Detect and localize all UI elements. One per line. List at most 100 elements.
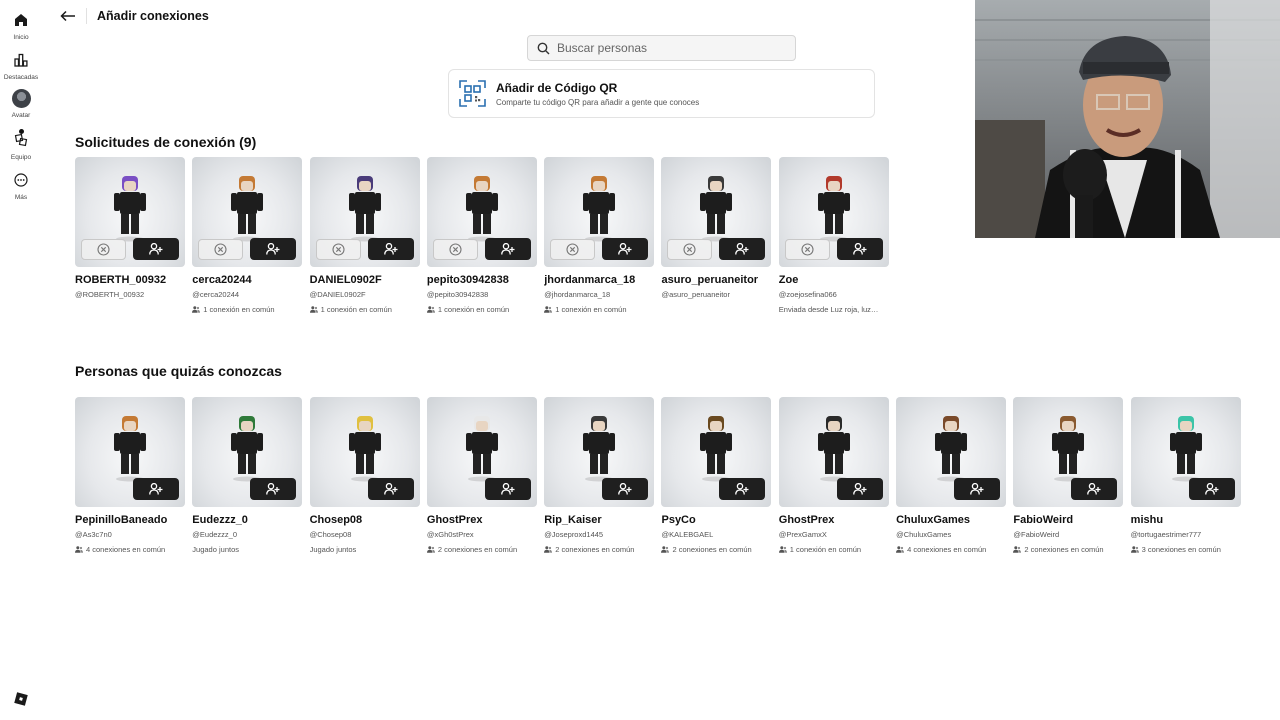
user-display-name[interactable]: cerca20244 [192,274,302,286]
add-connection-button[interactable] [954,478,1001,500]
add-connection-button[interactable] [367,478,414,500]
avatar-thumbnail[interactable] [778,157,889,267]
nav-item-avatar[interactable]: Avatar [0,89,42,119]
decline-request-button[interactable] [784,239,830,260]
add-connection-button[interactable] [1071,478,1118,500]
user-display-name[interactable]: Rip_Kaiser [544,514,654,526]
nav-item-more[interactable]: Más [0,171,42,201]
user-meta-text: 2 conexiones en común [555,545,635,554]
nav-item-home[interactable]: Inicio [0,11,42,41]
request-card[interactable]: pepito30942838 @pepito30942838 1 conexión … [426,157,537,314]
roblox-logo-icon[interactable] [14,692,28,706]
user-display-name[interactable]: GhostPrex [427,514,537,526]
decline-request-button[interactable] [198,239,244,260]
avatar-thumbnail[interactable] [426,157,537,267]
user-handle: @Eudezzz_0 [192,530,238,539]
avatar-thumbnail[interactable] [192,157,303,267]
nav-item-party[interactable]: Equipo [0,129,42,161]
add-connection-button[interactable] [836,478,883,500]
user-display-name[interactable]: FabioWeird [1013,514,1123,526]
search-input[interactable] [557,41,777,55]
add-friend-icon [266,243,280,255]
request-card[interactable]: asuro_peruaneitor @asuro_peruaneitor [661,157,772,314]
user-display-name[interactable]: PepinilloBaneado [75,514,185,526]
add-connection-button[interactable] [719,478,766,500]
avatar-figure-image [1169,416,1202,482]
user-meta: 1 conexión en común [192,305,302,314]
back-button[interactable] [58,7,78,25]
suggestion-card[interactable]: GhostPrex @PrexGamxX 1 conexión en común [778,397,889,554]
accept-request-button[interactable] [719,238,766,260]
suggestion-card[interactable]: Rip_Kaiser @Joseproxd1445 2 conexiones en … [544,397,655,554]
user-display-name[interactable]: ROBERTH_00932 [75,274,185,286]
user-display-name[interactable]: Chosep08 [310,514,420,526]
avatar-thumbnail[interactable] [192,397,303,507]
request-card[interactable]: jhordanmarca_18 @jhordanmarca_18 1 conexió… [544,157,655,314]
decline-request-button[interactable] [550,239,596,260]
user-display-name[interactable]: Zoe [779,274,889,286]
avatar-figure-image [465,416,498,482]
qr-code-card[interactable]: Añadir de Código QR Comparte tu código Q… [448,69,875,118]
user-display-name[interactable]: mishu [1131,514,1241,526]
avatar-thumbnail[interactable] [75,157,185,267]
avatar-thumbnail[interactable] [426,397,537,507]
nav-item-charts[interactable]: Destacadas [0,51,42,81]
request-card[interactable]: Zoe @zoejosefina066 Enviada desde Luz roja… [778,157,889,314]
request-card[interactable]: cerca20244 @cerca20244 1 conexión en común [192,157,303,314]
add-connection-button[interactable] [1188,478,1235,500]
avatar-thumbnail[interactable] [1013,397,1124,507]
decline-request-button[interactable] [81,239,126,260]
page-title: Añadir conexiones [97,9,209,23]
avatar-thumbnail[interactable] [544,157,655,267]
add-connection-button[interactable] [250,478,297,500]
avatar-thumbnail[interactable] [661,157,772,267]
request-card[interactable]: DANIEL0902F @DANIEL0902F 1 conexión en com… [309,157,420,314]
user-meta: 2 conexiones en común [661,545,771,554]
user-handle: @pepito30942838 [426,290,489,299]
decline-request-button[interactable] [432,239,478,260]
request-card[interactable]: ROBERTH_00932 @ROBERTH_00932 [75,157,185,314]
nav-label-party: Equipo [10,154,32,161]
suggestion-card[interactable]: PepinilloBaneado @As3c7n0 4 conexiones en … [75,397,185,554]
suggestion-card[interactable]: mishu @tortugaestrimer777 3 conexiones en … [1130,397,1241,554]
user-display-name[interactable]: GhostPrex [779,514,889,526]
accept-request-button[interactable] [133,238,179,260]
add-connection-button[interactable] [484,478,531,500]
suggestion-card[interactable]: Eudezzz_0 @Eudezzz_0 Jugado juntos [192,397,303,554]
user-display-name[interactable]: pepito30942838 [427,274,537,286]
search-box[interactable] [527,35,796,61]
accept-request-button[interactable] [367,238,414,260]
user-meta: 2 conexiones en común [544,545,654,554]
add-connection-button[interactable] [602,478,649,500]
suggestion-card[interactable]: FabioWeird @FabioWeird 2 conexiones en com… [1013,397,1124,554]
suggestion-card[interactable]: Chosep08 @Chosep08 Jugado juntos [309,397,420,554]
decline-request-button[interactable] [315,239,361,260]
accept-request-button[interactable] [836,238,883,260]
user-display-name[interactable]: Eudezzz_0 [192,514,302,526]
avatar-thumbnail[interactable] [309,397,420,507]
avatar-thumbnail[interactable] [309,157,420,267]
avatar-thumbnail[interactable] [661,397,772,507]
accept-request-button[interactable] [484,238,531,260]
avatar-thumbnail[interactable] [896,397,1007,507]
suggestion-card[interactable]: GhostPrex @xGh0stPrex 2 conexiones en comú… [426,397,537,554]
user-display-name[interactable]: asuro_peruaneitor [661,274,771,286]
avatar-thumbnail[interactable] [75,397,185,507]
people-icon [544,546,553,553]
avatar-thumbnail[interactable] [544,397,655,507]
avatar-thumbnail[interactable] [778,397,889,507]
user-display-name[interactable]: PsyCo [661,514,771,526]
suggestion-card[interactable]: PsyCo @KALEBGAEL 2 conexiones en común [661,397,772,554]
suggestions-list: PepinilloBaneado @As3c7n0 4 conexiones en … [75,397,1248,554]
avatar-thumbnail[interactable] [1130,397,1241,507]
add-connection-button[interactable] [133,478,179,500]
decline-request-button[interactable] [667,239,713,260]
suggestion-card[interactable]: ChuluxGames @ChuluxGames 4 conexiones en c… [896,397,1007,554]
user-handle: @FabioWeird [1013,530,1060,539]
user-display-name[interactable]: jhordanmarca_18 [544,274,654,286]
user-display-name[interactable]: ChuluxGames [896,514,1006,526]
accept-request-button[interactable] [602,238,649,260]
accept-request-button[interactable] [250,238,297,260]
user-display-name[interactable]: DANIEL0902F [310,274,420,286]
people-icon [75,546,83,553]
